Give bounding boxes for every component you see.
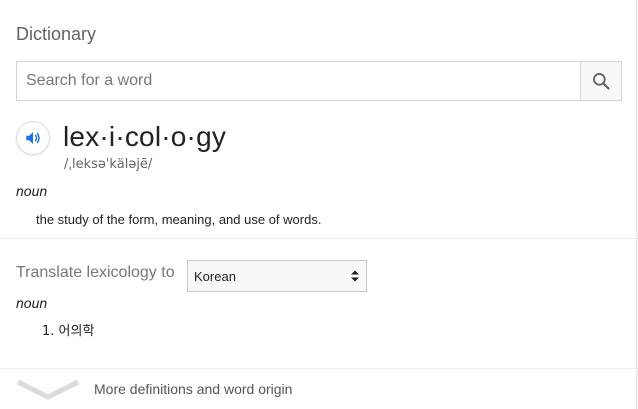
- card-title: Dictionary: [16, 24, 97, 44]
- more-definitions-label: More definitions and word origin: [94, 381, 293, 397]
- language-select[interactable]: Korean: [187, 260, 367, 292]
- section-divider: [0, 238, 637, 239]
- part-of-speech: noun: [16, 183, 48, 199]
- definition-text: the study of the form, meaning, and use …: [36, 212, 322, 227]
- translation-text: 어의학: [58, 324, 95, 339]
- updown-arrows-icon: [351, 270, 359, 282]
- more-definitions-link[interactable]: More definitions and word origin: [0, 369, 637, 409]
- speaker-icon: [26, 132, 40, 144]
- pronunciation-button[interactable]: [16, 121, 50, 155]
- translation-item: 1. 어의학: [42, 320, 94, 339]
- headword: lex·i·col·o·gy: [63, 121, 227, 152]
- translation-number: 1.: [42, 324, 55, 339]
- search-input[interactable]: [17, 62, 580, 100]
- chevron-down-icon: [16, 379, 80, 400]
- search-box: [16, 61, 622, 101]
- search-button[interactable]: [580, 62, 621, 100]
- phonetic-spelling: /ˌleksəˈkäləjē/: [64, 157, 153, 172]
- translation-part-of-speech: noun: [16, 295, 48, 311]
- translate-label: Translate lexicology to: [16, 264, 175, 281]
- language-select-value: Korean: [194, 268, 236, 284]
- search-icon: [593, 73, 610, 90]
- dictionary-card: Dictionary lex·i·col·o·gy /ˌleksəˈkäləjē…: [0, 0, 637, 409]
